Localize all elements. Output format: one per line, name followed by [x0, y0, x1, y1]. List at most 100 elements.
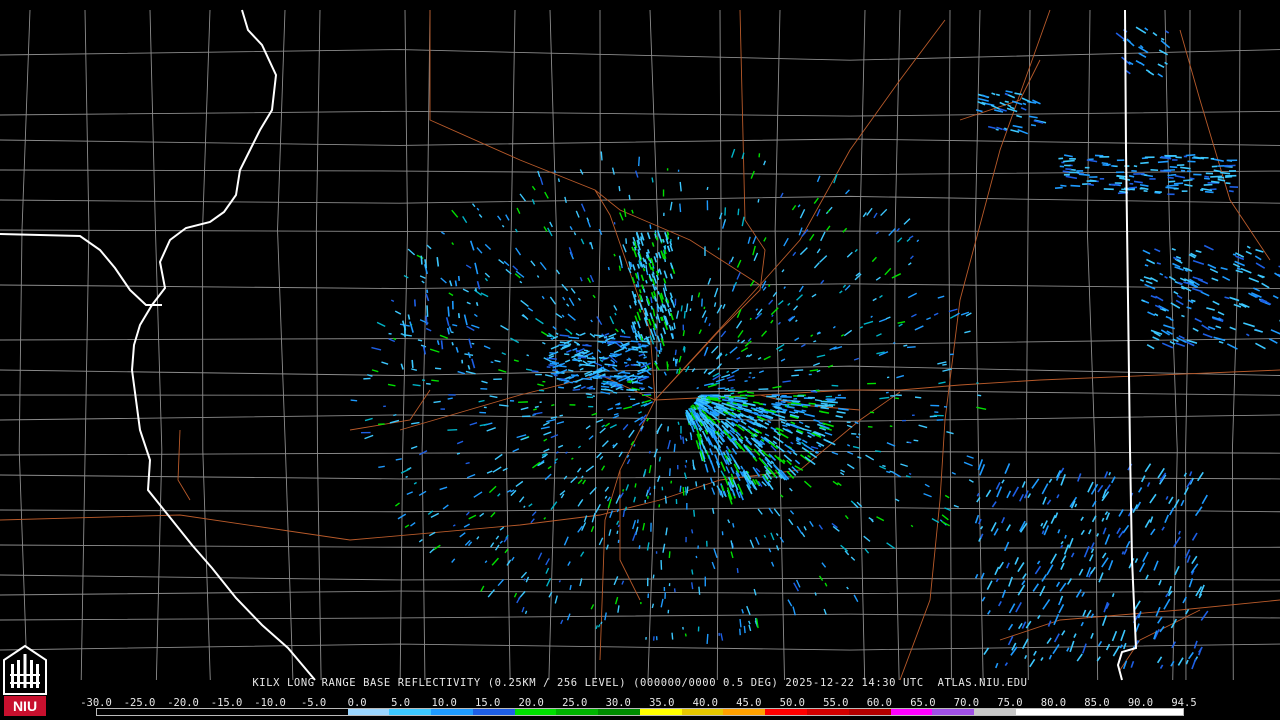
echo-mark [490, 361, 494, 364]
echo-mark [645, 279, 648, 284]
echo-mark [657, 291, 660, 295]
scale-cell [138, 709, 181, 715]
echo-mark [586, 387, 594, 390]
echo-mark [668, 551, 671, 559]
echo-mark [1030, 124, 1037, 127]
echo-mark [581, 377, 593, 381]
echo-mark [820, 402, 828, 405]
echo-mark [1078, 173, 1090, 177]
echo-mark [703, 483, 706, 490]
echo-mark [1232, 253, 1237, 256]
echo-mark [636, 519, 639, 524]
echo-mark [644, 316, 647, 321]
echo-mark [630, 340, 639, 343]
echo-mark [451, 342, 454, 346]
echo-mark [1063, 159, 1075, 163]
scale-cell [932, 709, 975, 715]
echo-mark [1101, 162, 1109, 165]
echo-mark [531, 370, 539, 373]
echo-mark [1225, 175, 1233, 179]
echo-mark [684, 465, 687, 468]
echo-mark [1223, 164, 1236, 167]
echo-mark [638, 545, 641, 550]
echo-mark [434, 367, 442, 370]
scale-cell [222, 709, 265, 715]
scale-cell [974, 709, 1016, 715]
echo-mark [907, 346, 916, 349]
echo-mark [1166, 184, 1179, 187]
echo-mark [1236, 267, 1241, 271]
echo-mark [572, 388, 581, 391]
echo-mark [668, 468, 671, 477]
echo-mark [641, 340, 648, 343]
echo-mark [736, 568, 739, 574]
echo-mark [600, 621, 603, 625]
echo-mark [638, 289, 642, 294]
echo-mark [695, 555, 698, 559]
echo-mark [560, 378, 567, 381]
echo-mark [557, 178, 561, 183]
echo-mark [1183, 179, 1193, 182]
echo-mark [818, 410, 823, 413]
echo-mark [1004, 100, 1009, 103]
scale-cell [1057, 709, 1100, 715]
echo-mark [642, 267, 646, 272]
scale-cell [180, 709, 223, 715]
echo-mark [609, 382, 618, 386]
echo-mark [638, 350, 645, 353]
echo-mark [691, 569, 694, 575]
scale-cell [264, 709, 306, 715]
echo-mark [696, 397, 702, 401]
echo-mark [732, 523, 735, 528]
echo-mark [1022, 102, 1027, 106]
echo-mark [534, 405, 539, 409]
echo-mark [600, 375, 611, 379]
echo-mark [606, 342, 613, 345]
scale-cell [639, 709, 682, 715]
echo-mark [664, 495, 667, 504]
echo-mark [563, 379, 569, 382]
echo-mark [746, 391, 755, 394]
scale-cell [97, 709, 139, 715]
echo-mark [1189, 177, 1195, 180]
echo-mark [674, 349, 677, 356]
echo-mark [475, 302, 479, 307]
echo-mark [1064, 534, 1067, 539]
echo-mark [874, 450, 882, 453]
echo-mark [682, 330, 686, 337]
scale-cell [848, 709, 891, 715]
echo-mark [1128, 186, 1138, 189]
logo-text: NIU [13, 698, 37, 714]
echo-mark [709, 395, 719, 398]
echo-mark [559, 334, 570, 337]
echo-mark [440, 340, 444, 350]
echo-mark [572, 359, 578, 362]
echo-mark [619, 335, 627, 338]
echo-mark [600, 388, 611, 391]
echo-mark [728, 379, 736, 382]
echo-mark [465, 461, 470, 465]
echo-mark [654, 233, 657, 238]
echo-mark [568, 336, 580, 340]
echo-mark [1054, 186, 1063, 190]
echo-mark [425, 382, 431, 385]
echo-mark [1228, 190, 1234, 193]
echo-mark [684, 633, 687, 637]
echo-mark [1133, 165, 1138, 168]
echo-mark [620, 388, 624, 391]
echo-mark [1210, 180, 1220, 184]
echo-mark [679, 203, 682, 213]
echo-mark [820, 400, 830, 403]
echo-mark [730, 392, 735, 395]
scale-cell [431, 709, 473, 715]
echo-mark [350, 399, 358, 402]
scale-cell [598, 709, 640, 715]
echo-mark [431, 379, 439, 382]
echo-mark [617, 403, 621, 406]
echo-mark [634, 483, 637, 488]
scale-cell [556, 709, 599, 715]
echo-mark [743, 625, 746, 634]
echo-mark [1204, 190, 1214, 194]
echo-mark [553, 170, 557, 173]
echo-mark [1167, 176, 1174, 179]
